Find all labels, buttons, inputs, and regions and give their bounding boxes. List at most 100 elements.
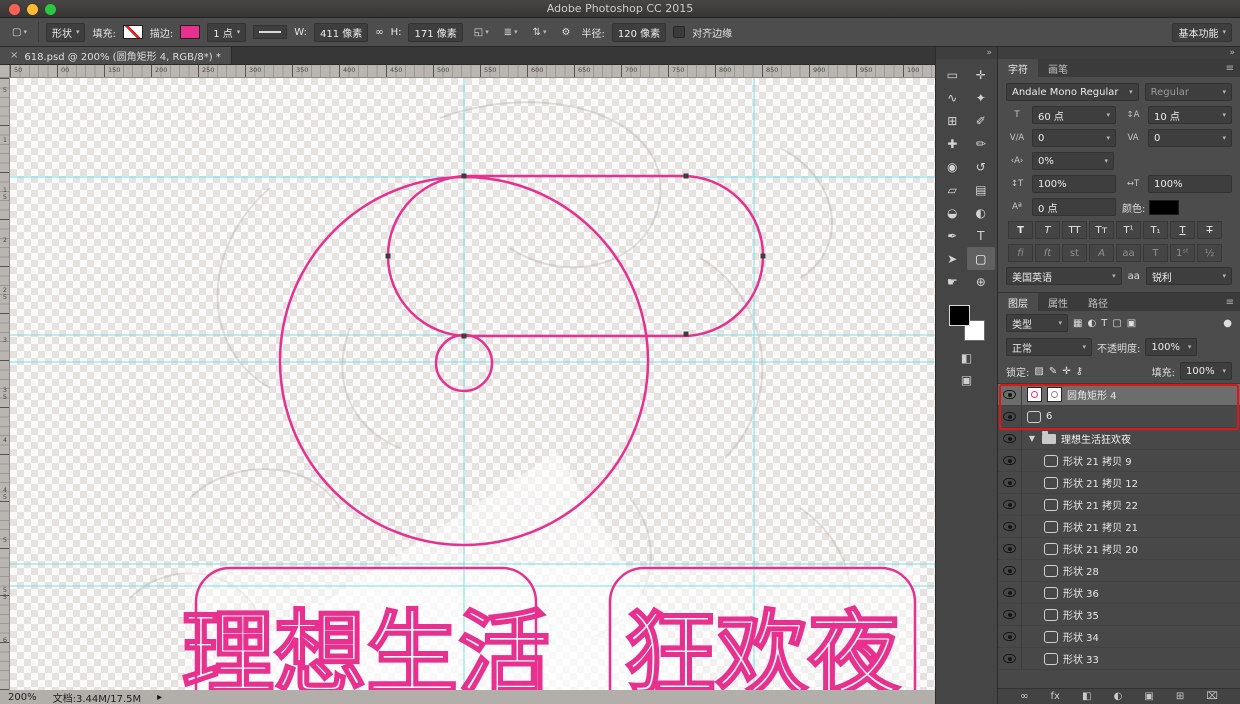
adjustment-layer-icon[interactable]: ◐ — [1114, 691, 1123, 702]
workspace-switcher[interactable]: 基本功能 ▾ — [1172, 22, 1232, 42]
vector-mask-thumbnail[interactable] — [1047, 387, 1062, 402]
underline-button[interactable]: T — [1170, 221, 1195, 239]
layer-row[interactable]: 形状 34 — [998, 626, 1240, 648]
zoom-window-button[interactable] — [45, 4, 56, 15]
path-arrangement-button[interactable]: ⇅ ▾ — [529, 23, 551, 42]
layer-fill-field[interactable]: 100% ▾ — [1180, 362, 1232, 380]
shape-height-field[interactable]: 171 像素 — [408, 22, 463, 42]
layer-name[interactable]: 形状 21 拷贝 20 — [1063, 541, 1138, 556]
screen-mode-icon[interactable]: ▣ — [961, 373, 972, 387]
lasso-tool[interactable]: ∿ — [938, 86, 967, 109]
layer-name[interactable]: 理想生活狂欢夜 — [1061, 431, 1131, 446]
font-size-field[interactable]: 60 点 ▾ — [1032, 106, 1116, 124]
layer-row[interactable]: 形状 28 — [998, 560, 1240, 582]
document-tab[interactable]: × 618.psd @ 200% (圆角矩形 4, RGB/8*) * — [0, 47, 232, 64]
layer-name[interactable]: 圆角矩形 4 — [1067, 387, 1117, 402]
filter-adjustment-layers-icon[interactable]: ◐ — [1087, 318, 1096, 329]
layer-row[interactable]: 形状 33 — [998, 648, 1240, 670]
vertical-scale-field[interactable]: 100% — [1032, 175, 1116, 193]
titling-alternates-button[interactable]: T — [1143, 244, 1168, 262]
ordinals-button[interactable]: 1ˢᵗ — [1170, 244, 1195, 262]
layer-row[interactable]: 形状 21 拷贝 20 — [998, 538, 1240, 560]
rectangular-marquee-tool[interactable]: ▭ — [938, 63, 967, 86]
font-style-select[interactable]: Regular ▾ — [1144, 83, 1232, 101]
layer-mask-icon[interactable]: ◧ — [1082, 691, 1091, 702]
layer-name[interactable]: 形状 21 拷贝 9 — [1063, 453, 1132, 468]
filter-toggle-icon[interactable]: ● — [1223, 318, 1232, 329]
lock-position-icon[interactable]: ✛ — [1062, 366, 1070, 377]
layer-row[interactable]: 形状 35 — [998, 604, 1240, 626]
tab-brush[interactable]: 画笔 — [1038, 59, 1078, 77]
opacity-field[interactable]: 100% ▾ — [1145, 338, 1198, 356]
layer-name[interactable]: 形状 21 拷贝 12 — [1063, 475, 1138, 490]
visibility-toggle[interactable] — [998, 560, 1022, 581]
lock-pixels-icon[interactable]: ✎ — [1049, 366, 1057, 377]
visibility-toggle[interactable] — [998, 538, 1022, 559]
superscript-button[interactable]: T¹ — [1116, 221, 1141, 239]
panel-menu-icon[interactable]: ≡ — [1226, 293, 1240, 311]
tool-mode-select[interactable]: 形状 ▾ — [45, 22, 86, 42]
quick-selection-tool[interactable]: ✦ — [967, 86, 996, 109]
delete-layer-icon[interactable]: ⌧ — [1206, 691, 1218, 702]
zoom-level-field[interactable]: 200% — [8, 692, 37, 703]
stylistic-alternates-button[interactable]: aa — [1116, 244, 1141, 262]
visibility-toggle[interactable] — [998, 516, 1022, 537]
strikethrough-button[interactable]: T — [1197, 221, 1222, 239]
anchor-point[interactable] — [760, 253, 766, 259]
blur-tool[interactable]: ◒ — [938, 201, 967, 224]
vertical-ruler[interactable]: 5 1 15 2 25 3 35 4 45 5 55 6 — [0, 78, 10, 690]
kerning-field[interactable]: 0 ▾ — [1032, 129, 1116, 147]
visibility-toggle[interactable] — [998, 450, 1022, 471]
visibility-toggle[interactable] — [998, 626, 1022, 647]
foreground-color-swatch[interactable] — [948, 305, 970, 326]
hand-tool[interactable]: ☛ — [938, 270, 967, 293]
visibility-toggle[interactable] — [998, 384, 1022, 405]
layer-name[interactable]: 形状 33 — [1063, 651, 1099, 666]
shape-width-field[interactable]: 411 像素 — [313, 22, 369, 42]
anchor-point[interactable] — [385, 253, 391, 259]
contextual-alternates-button[interactable]: ſt — [1035, 244, 1060, 262]
anchor-point[interactable] — [683, 331, 689, 337]
tool-preset-picker[interactable]: ▢ ▾ — [8, 23, 31, 42]
quick-mask-icon[interactable]: ◧ — [961, 351, 972, 365]
healing-brush-tool[interactable]: ✚ — [938, 132, 967, 155]
path-selection-tool[interactable]: ➤ — [938, 247, 967, 270]
ruler-origin-box[interactable] — [0, 65, 10, 78]
visibility-toggle[interactable] — [998, 472, 1022, 493]
tracking-field[interactable]: 0 ▾ — [1148, 129, 1232, 147]
layer-filter-select[interactable]: 类型 ▾ — [1006, 314, 1068, 332]
layer-row[interactable]: 形状 21 拷贝 21 — [998, 516, 1240, 538]
shape-paths[interactable]: 理想生活 狂欢夜 — [181, 174, 917, 690]
dodge-tool[interactable]: ◐ — [967, 201, 996, 224]
history-brush-tool[interactable]: ↺ — [967, 155, 996, 178]
path-operations-button[interactable]: ◱ ▾ — [470, 23, 493, 42]
tab-character[interactable]: 字符 — [998, 59, 1038, 77]
rectangle-tool[interactable]: ▢ — [966, 247, 995, 270]
type-tool[interactable]: T — [967, 224, 996, 247]
layer-name[interactable]: 形状 21 拷贝 21 — [1063, 519, 1138, 534]
clone-stamp-tool[interactable]: ◉ — [938, 155, 967, 178]
visibility-toggle[interactable] — [998, 494, 1022, 515]
layer-name[interactable]: 形状 28 — [1063, 563, 1099, 578]
visibility-toggle[interactable] — [998, 428, 1022, 449]
shape-options-button[interactable]: ⚙ — [558, 23, 575, 42]
layer-row[interactable]: 形状 36 — [998, 582, 1240, 604]
fractions-button[interactable]: ½ — [1197, 244, 1222, 262]
radius-field[interactable]: 120 像素 — [611, 22, 667, 42]
canvas[interactable]: 理想生活 狂欢夜 — [10, 78, 935, 690]
baseline-shift-field[interactable]: 0 点 — [1032, 198, 1116, 216]
layer-group-row[interactable]: ▼ 理想生活狂欢夜 — [998, 428, 1240, 450]
small-caps-button[interactable]: Tᴛ — [1089, 221, 1114, 239]
ligatures-button[interactable]: fi — [1008, 244, 1033, 262]
crop-tool[interactable]: ⊞ — [938, 109, 967, 132]
layer-name[interactable]: 形状 35 — [1063, 607, 1099, 622]
close-window-button[interactable] — [9, 4, 20, 15]
antialias-select[interactable]: 锐利 ▾ — [1145, 267, 1232, 285]
layer-row[interactable]: 形状 21 拷贝 22 — [998, 494, 1240, 516]
rounded-rectangle-path[interactable] — [386, 174, 765, 338]
pen-tool[interactable]: ✒ — [938, 224, 967, 247]
stroke-type-select[interactable] — [253, 25, 288, 39]
anchor-point[interactable] — [683, 173, 689, 179]
stroke-swatch[interactable] — [180, 25, 201, 39]
text-color-swatch[interactable] — [1149, 199, 1180, 215]
